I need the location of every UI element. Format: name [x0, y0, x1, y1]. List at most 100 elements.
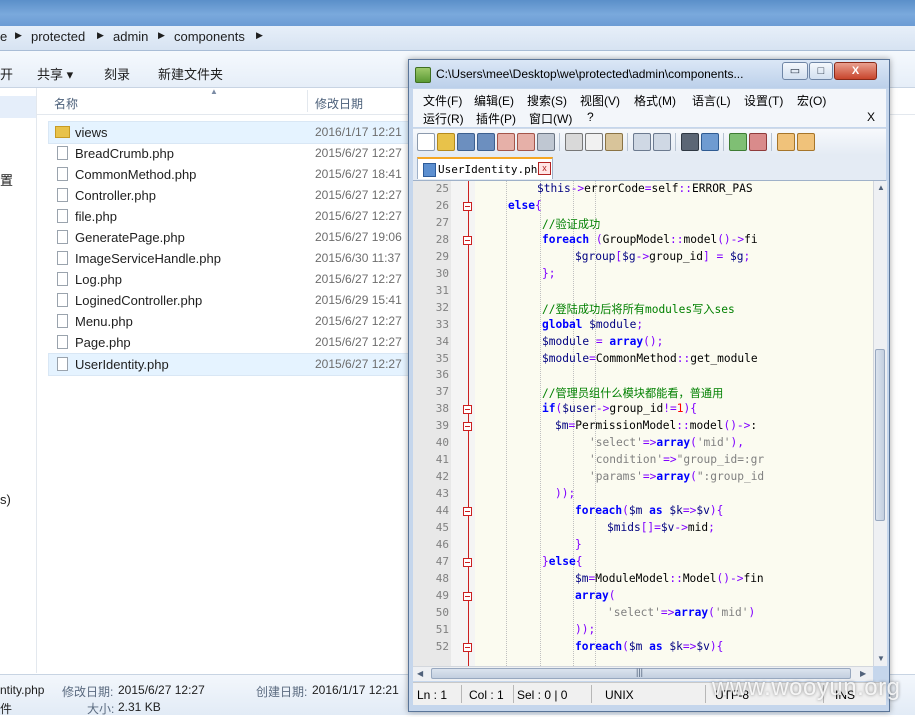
chevron-right-icon[interactable]: ▶ — [15, 30, 22, 41]
line-number: 31 — [435, 284, 449, 297]
line-number: 34 — [435, 335, 449, 348]
file-icon — [57, 272, 68, 286]
line-number: 51 — [435, 623, 449, 636]
menu-search[interactable]: 搜索(S) — [527, 92, 567, 109]
file-date: 2015/6/27 12:27 — [315, 314, 402, 328]
minimize-button[interactable]: ▭ — [782, 62, 808, 80]
menu-close-doc-button[interactable]: X — [867, 110, 875, 124]
fold-toggle-icon[interactable] — [463, 405, 472, 414]
file-row[interactable]: Menu.php 2015/6/27 12:27 — [49, 311, 419, 332]
save-icon[interactable] — [457, 133, 475, 151]
file-row[interactable]: LoginedController.php 2015/6/29 15:41 — [49, 290, 419, 311]
menu-file[interactable]: 文件(F) — [423, 92, 462, 109]
save-all-icon[interactable] — [477, 133, 495, 151]
menu-edit[interactable]: 编辑(E) — [474, 92, 514, 109]
line-number: 47 — [435, 555, 449, 568]
file-row[interactable]: CommonMethod.php 2015/6/27 18:41 — [49, 164, 419, 185]
menu-settings[interactable]: 设置(T) — [744, 92, 783, 109]
menu-window[interactable]: 窗口(W) — [529, 110, 572, 127]
chevron-right-icon[interactable]: ▶ — [97, 30, 104, 41]
scroll-down-arrow-icon[interactable]: ▼ — [877, 654, 885, 663]
copy-icon[interactable] — [585, 133, 603, 151]
file-icon — [57, 167, 68, 181]
burn-button[interactable]: 刻录 — [104, 64, 130, 83]
file-row[interactable]: UserIdentity.php 2015/6/27 12:27 — [48, 353, 420, 376]
menu-help[interactable]: ? — [587, 110, 594, 124]
menu-plugins[interactable]: 插件(P) — [476, 110, 516, 127]
chevron-right-icon[interactable]: ▶ — [158, 30, 165, 41]
file-row[interactable]: file.php 2015/6/27 12:27 — [49, 206, 419, 227]
cut-icon[interactable] — [565, 133, 583, 151]
code-editor[interactable]: 25 $this->errorCode=self::ERROR_PAS 26 else… — [413, 181, 873, 666]
nav-selected-item[interactable] — [0, 96, 36, 118]
menu-view[interactable]: 视图(V) — [580, 92, 620, 109]
notepad-titlebar[interactable]: C:\Users\mee\Desktop\we\protected\admin\… — [409, 60, 889, 88]
file-row[interactable]: views 2016/1/17 12:21 — [48, 121, 420, 144]
nav-item[interactable]: s) — [0, 492, 11, 507]
nav-item[interactable]: 置 — [0, 170, 13, 189]
breadcrumb-item[interactable]: protected — [31, 29, 85, 44]
print-icon[interactable] — [537, 133, 555, 151]
new-folder-button[interactable]: 新建文件夹 — [158, 64, 223, 83]
new-file-icon[interactable] — [417, 133, 435, 151]
menu-format[interactable]: 格式(M) — [634, 92, 676, 109]
fold-toggle-icon[interactable] — [463, 507, 472, 516]
fold-toggle-icon[interactable] — [463, 558, 472, 567]
paste-icon[interactable] — [605, 133, 623, 151]
tab-useridentity[interactable]: UserIdentity.php x — [417, 157, 553, 179]
breadcrumb-item[interactable]: admin — [113, 29, 148, 44]
line-number: 37 — [435, 385, 449, 398]
file-row[interactable]: Page.php 2015/6/27 12:27 — [49, 332, 419, 353]
menu-language[interactable]: 语言(L) — [692, 92, 731, 109]
file-row[interactable]: BreadCrumb.php 2015/6/27 12:27 — [49, 143, 419, 164]
file-row[interactable]: Log.php 2015/6/27 12:27 — [49, 269, 419, 290]
file-date: 2015/6/29 15:41 — [315, 293, 402, 307]
find-icon[interactable] — [681, 133, 699, 151]
close-all-icon[interactable] — [517, 133, 535, 151]
replace-icon[interactable] — [701, 133, 719, 151]
toolbar-separator — [675, 133, 676, 151]
breadcrumb-item[interactable]: components — [174, 29, 245, 44]
menu-macro[interactable]: 宏(O) — [797, 92, 826, 109]
tab-close-icon[interactable]: x — [538, 162, 551, 175]
menu-bar: 文件(F) 编辑(E) 搜索(S) 视图(V) 格式(M) 语言(L) 设置(T… — [413, 89, 886, 127]
open-button[interactable]: 开 — [0, 64, 13, 83]
zoom-out-icon[interactable] — [749, 133, 767, 151]
detail-modified-value: 2015/6/27 12:27 — [118, 683, 205, 697]
address-bar[interactable]: e ▶ protected ▶ admin ▶ components ▶ — [0, 26, 915, 51]
redo-icon[interactable] — [653, 133, 671, 151]
file-name: Menu.php — [75, 314, 133, 329]
sync-h-scroll-icon[interactable] — [797, 133, 815, 151]
open-file-icon[interactable] — [437, 133, 455, 151]
share-button[interactable]: 共享 ▾ — [37, 64, 73, 83]
sync-v-scroll-icon[interactable] — [777, 133, 795, 151]
fold-toggle-icon[interactable] — [463, 592, 472, 601]
code-line: if($user->group_id!=1){ — [542, 402, 698, 415]
fold-toggle-icon[interactable] — [463, 202, 472, 211]
file-row[interactable]: Controller.php 2015/6/27 12:27 — [49, 185, 419, 206]
column-modified[interactable]: 修改日期 — [315, 95, 363, 112]
file-name: file.php — [75, 209, 117, 224]
scroll-up-arrow-icon[interactable]: ▲ — [877, 183, 885, 192]
zoom-in-icon[interactable] — [729, 133, 747, 151]
close-button[interactable]: X — [834, 62, 877, 80]
column-divider[interactable] — [307, 90, 308, 112]
vertical-scroll-thumb[interactable] — [875, 349, 885, 521]
vertical-scrollbar[interactable]: ▲ ▼ — [873, 181, 887, 666]
fold-toggle-icon[interactable] — [463, 422, 472, 431]
breadcrumb-item[interactable]: e — [0, 29, 7, 44]
file-icon — [57, 293, 68, 307]
scroll-left-arrow-icon[interactable]: ◀ — [417, 669, 423, 678]
file-row[interactable]: GeneratePage.php 2015/6/27 19:06 — [49, 227, 419, 248]
undo-icon[interactable] — [633, 133, 651, 151]
fold-toggle-icon[interactable] — [463, 236, 472, 245]
menu-run[interactable]: 运行(R) — [423, 110, 464, 127]
file-date: 2015/6/27 18:41 — [315, 167, 402, 181]
close-file-icon[interactable] — [497, 133, 515, 151]
chevron-right-icon[interactable]: ▶ — [256, 30, 263, 41]
line-number: 45 — [435, 521, 449, 534]
fold-toggle-icon[interactable] — [463, 643, 472, 652]
file-row[interactable]: ImageServiceHandle.php 2015/6/30 11:37 — [49, 248, 419, 269]
maximize-button[interactable]: □ — [809, 62, 833, 80]
column-name[interactable]: 名称 — [54, 95, 78, 112]
